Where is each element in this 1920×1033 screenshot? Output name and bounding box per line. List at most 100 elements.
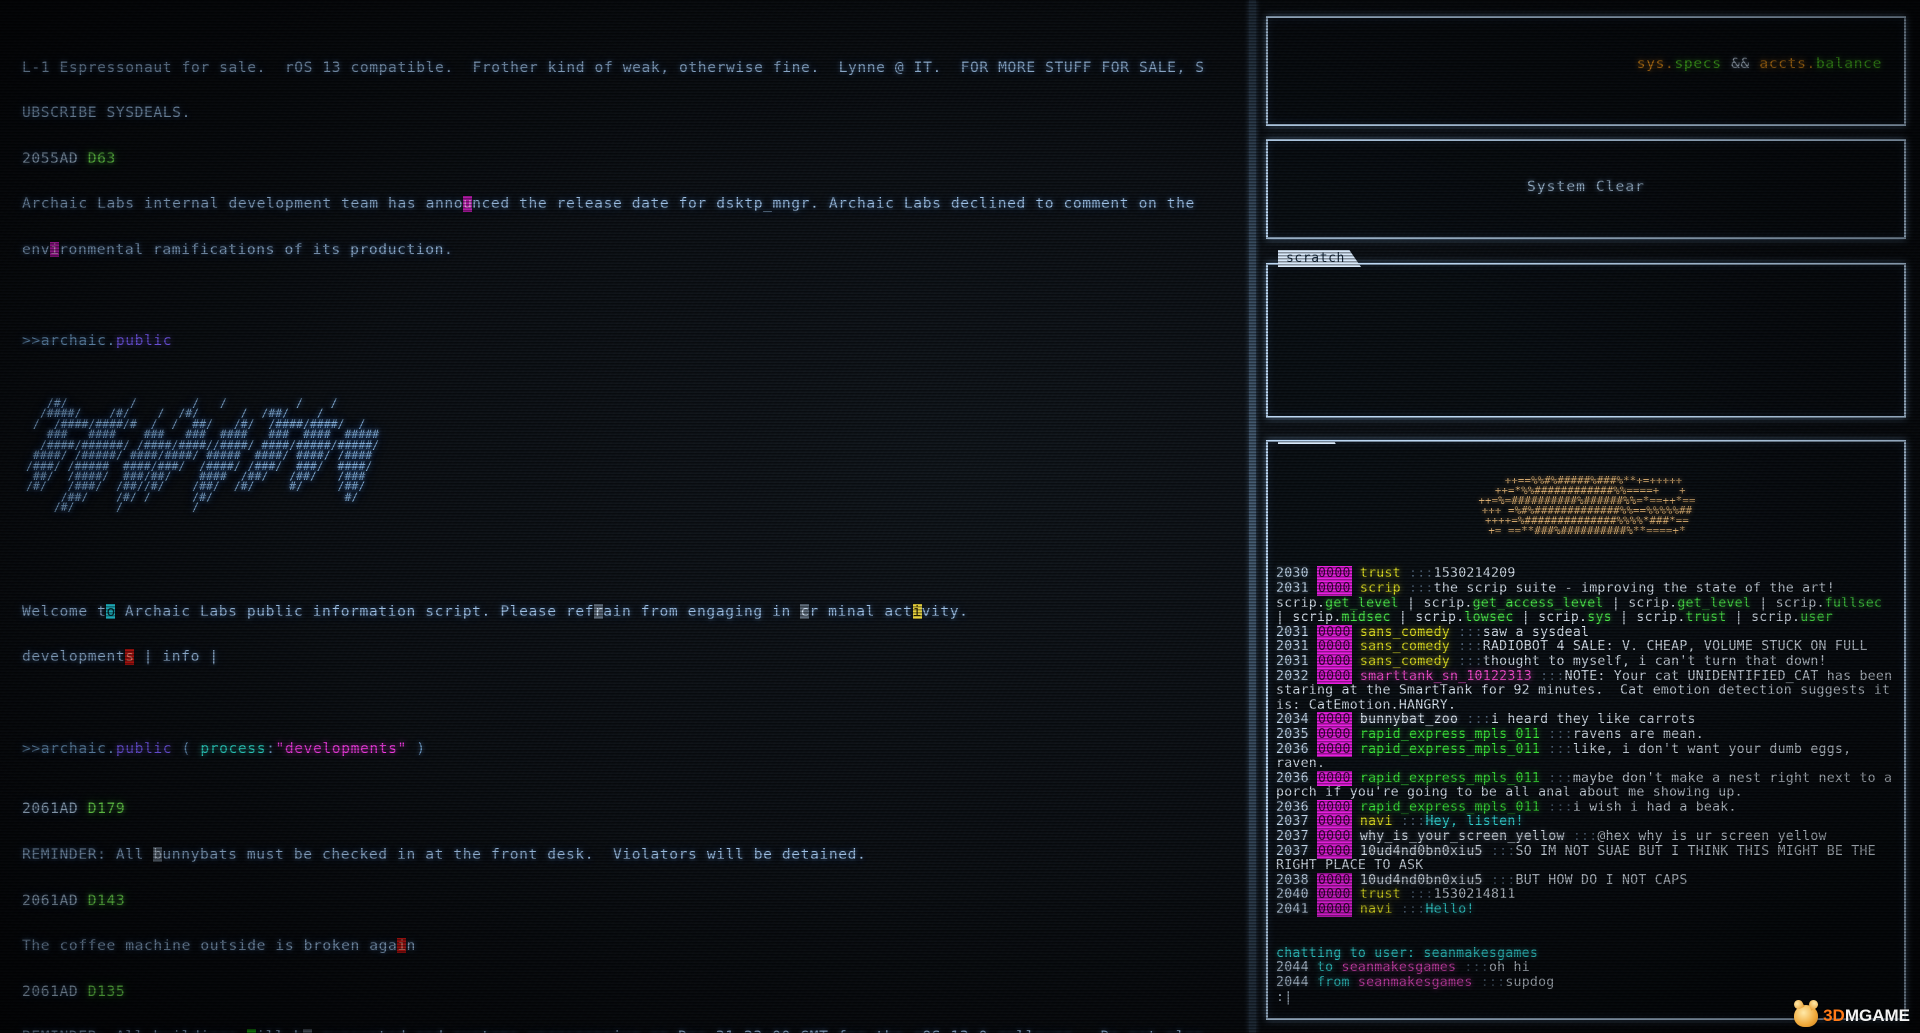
chat-message-text: 1530214209 [1433, 566, 1516, 582]
corrupt-glyph: r [594, 602, 604, 620]
chat-separator-dots: ::: [1409, 887, 1434, 903]
corrupt-glyph: i [50, 241, 60, 259]
chat-command-name[interactable]: get_level [1325, 596, 1399, 611]
chat-username[interactable]: sans_comedy [1352, 639, 1458, 655]
chat-timestamp: 2036 [1276, 799, 1317, 815]
chat-separator-dots: ::: [1480, 975, 1506, 990]
archaic-ascii-logo: /#/ / / / / / /####/ /#/ / /#/ / /##/ / … [26, 396, 380, 515]
chat-username[interactable]: trust [1352, 887, 1409, 903]
scratch-tab-label[interactable]: scratch [1278, 250, 1361, 267]
chat-flag: 0000 [1316, 639, 1352, 655]
chat-separator-dots: ::: [1458, 639, 1483, 655]
chat-command-prefix: scrip. [1767, 595, 1825, 611]
chat-username[interactable]: trust [1352, 566, 1409, 582]
chat-username[interactable]: seanmakesgames [1342, 960, 1465, 976]
chat-timestamp: 2037 [1276, 814, 1317, 830]
chat-username[interactable]: sans_comedy [1352, 625, 1458, 640]
chat-command-separator: | [1726, 610, 1743, 626]
entry-id: D63 [87, 149, 116, 167]
chat-command-name[interactable]: get_level [1677, 596, 1751, 611]
chat-username[interactable]: seanmakesgames [1358, 975, 1481, 990]
pane-divider [1249, 0, 1256, 1033]
chat-panel[interactable]: chat ++==%%#%#####%###%**+=+++++ ++=*%%#… [1266, 440, 1906, 1020]
chat-timestamp: 2035 [1276, 726, 1317, 742]
chat-username[interactable]: sans_comedy [1352, 654, 1458, 669]
entry-header: 2055AD D63 [22, 151, 1245, 166]
chat-username[interactable]: rapid_express_mpls_011 [1352, 800, 1549, 815]
chat-timestamp: 2031 [1276, 624, 1317, 640]
chat-timestamp: 2030 [1276, 566, 1317, 582]
corrupt-glyph: o [106, 602, 116, 620]
chat-command-name[interactable]: get_access_level [1473, 596, 1604, 611]
watermark: 3DMGAME [1794, 1005, 1910, 1027]
chat-message: 2031 0000 sans_comedy :::RADIOBOT 4 SALE… [1276, 639, 1898, 655]
chat-tab-label[interactable]: chat [1278, 442, 1336, 444]
chat-username[interactable]: 10ud4nd0bn0xiu5 [1352, 844, 1491, 859]
chat-timestamp: 2041 [1276, 902, 1317, 918]
chat-username[interactable]: scrip [1352, 581, 1409, 596]
chat-timestamp: 2031 [1276, 639, 1317, 655]
chat-command-name[interactable]: midsec [1342, 610, 1391, 625]
chat-flag: 0000 [1316, 770, 1352, 786]
chat-input-caret[interactable]: :| [1276, 990, 1898, 1006]
public-info-terminal[interactable]: L-1 Espressonaut for sale. rOS 13 compat… [0, 0, 1253, 1033]
chat-separator-dots: ::: [1400, 814, 1426, 830]
chat-timestamp: 2037 [1276, 843, 1317, 859]
chat-command-name[interactable]: trust [1686, 610, 1727, 625]
chat-username[interactable]: bunnybat_zoo [1352, 712, 1467, 728]
chat-message-list: 2030 0000 trust :::15302142092031 0000 s… [1276, 566, 1898, 918]
chat-command-prefix: scrip. [1284, 610, 1342, 626]
chat-separator-dots: ::: [1400, 902, 1426, 918]
chat-separator-dots: ::: [1490, 872, 1516, 888]
chat-direction: from [1316, 975, 1358, 990]
scratch-content[interactable] [1268, 265, 1904, 281]
chat-username[interactable]: rapid_express_mpls_011 [1352, 771, 1549, 786]
entry-body: REMINDER: All buildings will be evacuate… [22, 1029, 1245, 1033]
chat-flag: 0000 [1316, 829, 1352, 845]
chat-timestamp: 2032 [1276, 668, 1317, 684]
entry-body: REMINDER: All bunnybats must be checked … [22, 846, 867, 864]
chat-flag: 0000 [1316, 624, 1352, 640]
chat-command-separator: | [1390, 610, 1408, 626]
chat-command-name[interactable]: fullsec [1825, 596, 1882, 611]
chat-flag: 0000 [1316, 712, 1352, 728]
chat-log[interactable]: ++==%%#%#####%###%**+=+++++ ++=*%%######… [1268, 442, 1904, 1018]
chat-username[interactable]: why_is_your_screen_yellow [1352, 829, 1573, 844]
chat-command-separator: | [1398, 595, 1416, 611]
chat-username[interactable]: smarttank_sn_10122313 [1352, 669, 1540, 684]
chat-username[interactable]: rapid_express_mpls_011 [1352, 742, 1549, 757]
chat-username[interactable]: navi [1352, 814, 1401, 830]
chat-username[interactable]: rapid_express_mpls_011 [1352, 727, 1549, 742]
chat-command-name[interactable]: sys [1587, 610, 1612, 625]
chat-flag: 0000 [1316, 726, 1352, 742]
chat-message-text: thought to myself, i can't turn that dow… [1482, 653, 1827, 669]
chat-username[interactable]: navi [1352, 902, 1401, 917]
chat-command-prefix: scrip. [1529, 610, 1588, 626]
right-panel-column: sys.specs && accts.balance System Clear … [1258, 0, 1920, 1033]
chat-separator-dots: ::: [1548, 770, 1573, 786]
chat-command-separator: | [1513, 610, 1530, 626]
sys-specs-panel[interactable]: sys.specs && accts.balance [1266, 16, 1906, 126]
chat-flag: 0000 [1316, 799, 1352, 815]
menu-line[interactable]: developments | info | [22, 649, 1245, 665]
chat-message: 2030 0000 trust :::1530214209 [1276, 566, 1898, 582]
chat-separator-dots: ::: [1548, 741, 1573, 757]
system-status-panel[interactable]: System Clear [1266, 139, 1906, 239]
chat-timestamp: 2036 [1276, 741, 1317, 757]
chat-username[interactable]: 10ud4nd0bn0xiu5 [1352, 873, 1491, 888]
and-operator: && [1721, 56, 1760, 72]
corrupt-glyph: w [247, 1029, 257, 1033]
chat-command-name[interactable]: lowsec [1464, 610, 1513, 625]
scratch-panel[interactable]: scratch [1266, 250, 1906, 418]
prompt-line: >>archaic.public [22, 332, 173, 350]
chat-timestamp: 2037 [1276, 829, 1317, 845]
chat-message-text: i wish i had a beak. [1572, 799, 1737, 815]
chat-command-name[interactable]: user [1800, 610, 1833, 625]
chat-message-text: @hex why is ur screen yellow [1597, 829, 1827, 845]
chat-message: 2040 0000 trust :::1530214811 [1276, 887, 1898, 903]
chat-flag: 0000 [1316, 653, 1352, 669]
corrupt-glyph: u [463, 195, 473, 213]
